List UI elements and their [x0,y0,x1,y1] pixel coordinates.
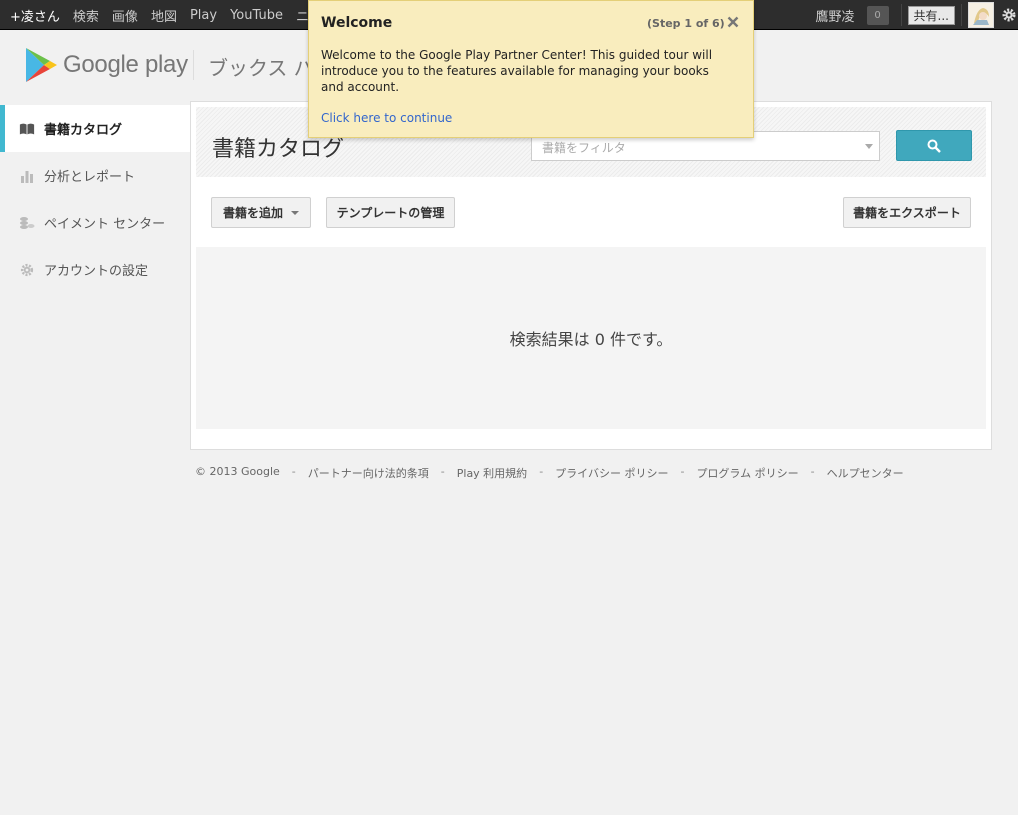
gbar-link-play[interactable]: Play [190,8,217,23]
add-book-button[interactable]: 書籍を追加 [211,197,311,228]
guided-tour-popup: Welcome (Step 1 of 6) Welcome to the Goo… [308,0,754,138]
footer-copyright: © 2013 Google [195,465,280,478]
filter-placeholder: 書籍をフィルタ [542,141,626,155]
footer-link-help-center[interactable]: ヘルプセンター [827,465,904,481]
footer-link-play-terms[interactable]: Play 利用規約 [457,465,527,481]
gbar-divider [961,4,962,26]
notification-count[interactable]: 0 [866,5,889,25]
footer-link-privacy-policy[interactable]: プライバシー ポリシー [555,465,668,481]
sidebar-item-label: 分析とレポート [44,170,136,185]
results-area: 検索結果は 0 件です。 [196,247,986,429]
gbar-link-youtube[interactable]: YouTube [230,8,283,23]
sidebar: 書籍カタログ 分析とレポート ペイメント センター アカウントの設定 [0,105,190,293]
sidebar-item-label: アカウントの設定 [44,264,149,279]
chevron-down-icon [291,210,299,215]
search-button[interactable] [896,130,972,161]
gbar-divider [900,4,902,26]
tour-step-indicator: (Step 1 of 6) [647,17,725,30]
chevron-down-icon [865,144,873,149]
sidebar-item-analytics[interactable]: 分析とレポート [0,152,190,199]
tour-body-text: Welcome to the Google Play Partner Cente… [321,48,713,94]
sidebar-item-payment-center[interactable]: ペイメント センター [0,199,190,246]
gear-icon [19,262,35,278]
footer-separator: - [539,465,544,478]
user-name[interactable]: 鷹野凌 [816,6,855,25]
export-books-button[interactable]: 書籍をエクスポート [843,197,971,228]
coins-icon [19,215,35,231]
manage-templates-label: テンプレートの管理 [336,206,445,220]
footer-separator: - [810,465,815,478]
sidebar-item-label: 書籍カタログ [44,123,123,138]
share-button[interactable]: 共有... [907,5,955,25]
footer-link-partner-terms[interactable]: パートナー向け法的条項 [308,465,429,481]
footer-separator: - [291,465,296,478]
settings-gear-icon[interactable] [1000,0,1018,30]
sidebar-item-account-settings[interactable]: アカウントの設定 [0,246,190,293]
header-divider [193,50,194,80]
tour-continue-link[interactable]: Click here to continue [321,111,452,125]
gbar-link-search[interactable]: 検索 [73,6,99,25]
book-catalog-panel: 書籍カタログ 書籍をフィルタ 書籍を追加 テンプレートの管理 書籍をエクスポート… [190,101,992,450]
gbar-link-plus[interactable]: +凌さん [10,6,60,25]
export-books-label: 書籍をエクスポート [853,206,961,220]
results-count-text: 検索結果は 0 件です。 [509,330,673,349]
tour-title: Welcome [321,15,393,31]
google-bar-account: 鷹野凌 0 共有... [816,0,1018,30]
book-icon [19,121,35,137]
add-book-label: 書籍を追加 [222,206,283,220]
footer: © 2013 Google - パートナー向け法的条項 - Play 利用規約 … [195,465,904,481]
logo-text: Google play [63,51,188,78]
close-icon[interactable] [723,12,743,32]
play-triangle-icon [26,48,57,82]
avatar[interactable] [968,2,994,28]
footer-separator: - [440,465,445,478]
manage-templates-button[interactable]: テンプレートの管理 [326,197,455,228]
google-bar-links: +凌さん 検索 画像 地図 Play YouTube ニュ [10,0,335,30]
gbar-link-images[interactable]: 画像 [112,6,138,25]
footer-separator: - [680,465,685,478]
google-play-logo[interactable]: Google play [24,47,188,83]
sidebar-item-label: ペイメント センター [44,217,166,232]
footer-link-program-policy[interactable]: プログラム ポリシー [696,465,798,481]
search-icon [927,139,941,153]
sidebar-item-book-catalog[interactable]: 書籍カタログ [0,105,190,152]
gbar-link-maps[interactable]: 地図 [151,6,177,25]
bar-chart-icon [19,168,35,184]
